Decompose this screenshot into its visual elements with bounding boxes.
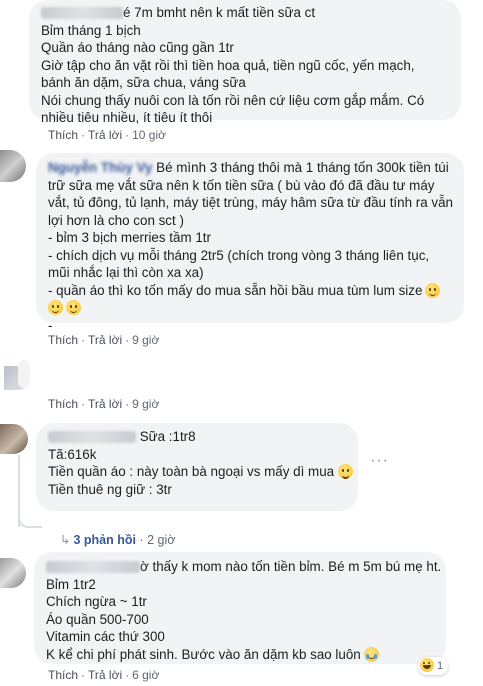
commenter-name[interactable]: Nguyễn Thùy Vy <box>48 160 152 175</box>
comment-line: Chích ngừa ~ 1tr <box>46 594 147 609</box>
comment-line: Nói chung thấy nuôi con là tốn rồi nên c… <box>41 92 425 108</box>
comment-bubble-4: Sữa :1tr8 Tã:616k Tiền quần áo : này toà… <box>36 423 358 511</box>
comment-line: Giờ tập cho ăn vặt rồi thì tiền hoa quả,… <box>41 57 415 73</box>
like-link[interactable]: Thích <box>48 397 78 411</box>
like-link[interactable]: Thích <box>48 668 78 682</box>
reaction-badge[interactable]: 1 <box>418 657 449 675</box>
comment-first-line: Bé mình 3 tháng thôi mà 1 tháng tốn 300k… <box>156 160 449 175</box>
comment-line: nhiều tiêu nhiều, ít tiêu ít thôi <box>41 110 213 125</box>
commenter-name-blurred[interactable] <box>46 561 140 574</box>
comment-first-line: Sữa :1tr8 <box>139 429 196 444</box>
comment-first-line: é 7m bmht nên k mất tiền sữa ct <box>123 5 316 20</box>
comment-line: Tiền thuê ng giữ : 3tr <box>48 481 172 497</box>
comment-line: Bỉm tháng 1 bịch <box>41 22 141 38</box>
avatar[interactable] <box>0 150 26 182</box>
comment-line: - chích dịch vụ mỗi tháng 2tr5 (chích tr… <box>48 247 430 263</box>
comment-first-line: ờ thấy k mom nào tốn tiền bỉm. Bé m 5m b… <box>140 559 442 574</box>
grinning-emoji-icon <box>338 464 354 479</box>
reply-link[interactable]: Trả lời <box>88 333 122 347</box>
comment-line: bánh ăn dặm, sữa chua, váng sữa <box>41 75 246 90</box>
comment-line: - bỉm 3 bịch merries tầm 1tr <box>48 230 211 245</box>
comment-time[interactable]: 9 giờ <box>132 333 159 347</box>
reply-link[interactable]: Trả lời <box>88 128 122 142</box>
comment-line: Tiền quần áo : này toàn bà ngoại vs mấy … <box>48 464 335 479</box>
avatar[interactable] <box>0 558 26 588</box>
comment-line: K kể chi phí phát sinh. Bước vào ăn dặm … <box>46 646 361 662</box>
comment-line: mũi nhắc lại thì còn xa xa) <box>48 265 204 280</box>
comment-line: Vitamin các thứ 300 <box>46 629 165 644</box>
like-link[interactable]: Thích <box>48 128 78 142</box>
commenter-name-blurred[interactable] <box>48 431 136 444</box>
comment-line: lợi hơn là cho con sct ) <box>48 212 184 228</box>
comment-time[interactable]: 9 giờ <box>132 397 159 411</box>
haha-reaction-icon <box>420 658 434 672</box>
commenter-name-blurred[interactable] <box>41 7 123 20</box>
comment-line: Tã:616k <box>48 446 97 462</box>
loudly-crying-emoji-icon <box>363 646 379 662</box>
slightly-smiling-emoji-icon <box>48 300 63 315</box>
thread-connector <box>18 455 20 527</box>
comment-line: Bỉm 1tr2 <box>46 576 96 592</box>
comment-time[interactable]: 2 giờ <box>147 533 175 547</box>
view-replies-link[interactable]: ↳ 3 phản hồi · 2 giờ <box>60 532 175 547</box>
comment-actions-5: Thích · Trả lời · 6 giờ <box>48 668 160 682</box>
hidden-comment-placeholder <box>18 360 30 388</box>
comment-actions-1: Thích · Trả lời · 10 giờ <box>48 128 166 142</box>
slightly-smiling-emoji-icon <box>425 282 441 298</box>
like-link[interactable]: Thích <box>48 333 78 347</box>
comment-line: vắt, tủ đông, tủ lạnh, máy tiệt trùng, m… <box>48 195 453 210</box>
reaction-count: 1 <box>437 660 444 672</box>
comment-line: Quần áo tháng nào cũng gần 1tr <box>41 40 234 55</box>
comment-actions-2: Thích · Trả lời · 9 giờ <box>48 333 160 347</box>
comment-line: - quần áo thì ko tốn mấy do mua sẵn hồi … <box>48 282 423 298</box>
avatar[interactable] <box>0 424 28 454</box>
comment-time[interactable]: 10 giờ <box>132 128 166 142</box>
comment-time[interactable]: 6 giờ <box>132 668 159 682</box>
comment-line: Áo quần 500-700 <box>46 611 149 627</box>
comment-line: - <box>48 317 53 333</box>
comment-line: trữ sữa mẹ vắt sữa nên k tốn tiền sữa ( … <box>48 177 435 193</box>
reply-link[interactable]: Trả lời <box>88 397 122 411</box>
reply-arrow-icon: ↳ <box>60 533 71 547</box>
comment-actions-3: Thích · Trả lời · 9 giờ <box>48 397 160 411</box>
comment-bubble-2: Nguyễn Thùy Vy Bé mình 3 tháng thôi mà 1… <box>36 153 464 333</box>
thread-connector <box>18 518 42 528</box>
comment-bubble-5: ờ thấy k mom nào tốn tiền bỉm. Bé m 5m b… <box>34 552 446 664</box>
comment-bubble-1: é 7m bmht nên k mất tiền sữa ct Bỉm thán… <box>29 0 461 125</box>
slightly-smiling-emoji-icon <box>66 300 81 315</box>
more-dots-icon[interactable]: ··· <box>370 452 389 470</box>
reply-link[interactable]: Trả lời <box>88 668 122 682</box>
